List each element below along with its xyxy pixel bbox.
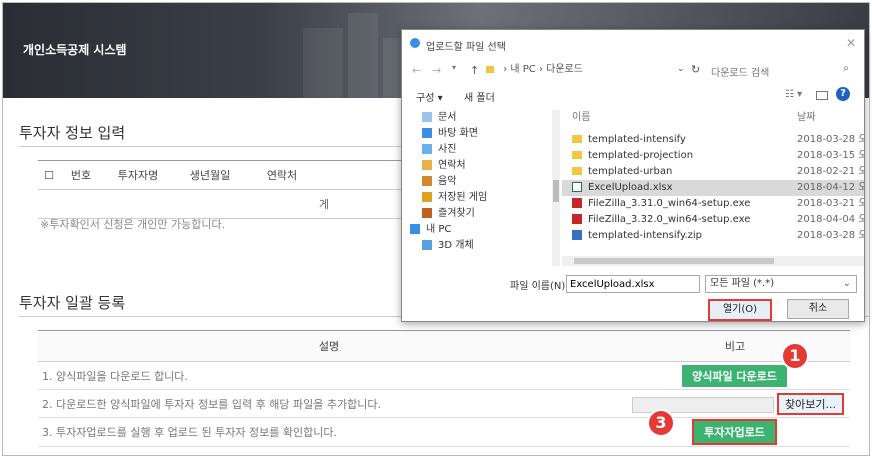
file-row[interactable]: FileZilla_3.32.0_win64-setup.exe 2018-04… bbox=[562, 212, 864, 228]
select-all-checkbox[interactable]: ☐ bbox=[38, 160, 60, 190]
step-1-text: 1. 양식파일을 다운로드 합니다. bbox=[38, 361, 620, 390]
file-row[interactable]: templated-intensify.zip 2018-03-28 오 bbox=[562, 228, 864, 244]
new-folder-button[interactable]: 새 폴더 bbox=[464, 89, 495, 104]
open-button[interactable]: 열기(O) bbox=[708, 299, 772, 321]
step-3-text: 3. 투자자업로드를 실행 후 업로드 된 투자자 정보를 확인합니다. bbox=[38, 417, 620, 447]
horizontal-scrollbar[interactable] bbox=[562, 256, 864, 266]
refresh-icon[interactable]: ↻ bbox=[691, 63, 700, 76]
filename-label: 파일 이름(N): bbox=[510, 281, 569, 292]
folder-icon bbox=[486, 65, 494, 73]
folder-icon bbox=[572, 167, 582, 175]
nav-item-pictures[interactable]: 사진 bbox=[402, 142, 552, 158]
col-date[interactable]: 날짜 bbox=[797, 110, 815, 126]
nav-pane: 문서 바탕 화면 사진 연락처 음악 저장된 게임 즐겨찾기 내 PC 3D 개… bbox=[402, 110, 552, 266]
col-birthdate: 생년월일 bbox=[174, 160, 246, 190]
file-list-header: 이름 날짜 bbox=[562, 110, 864, 126]
nav-item-3d-objects[interactable]: 3D 개체 bbox=[402, 238, 552, 254]
step-badge-3: 3 bbox=[647, 409, 675, 437]
col-contact: 연락처 bbox=[246, 160, 318, 190]
table-row: 1. 양식파일을 다운로드 합니다. 양식파일 다운로드 bbox=[38, 361, 850, 390]
nav-item-contacts[interactable]: 연락처 bbox=[402, 158, 552, 174]
cancel-button[interactable]: 취소 bbox=[787, 299, 849, 319]
file-row[interactable]: FileZilla_3.31.0_win64-setup.exe 2018-03… bbox=[562, 196, 864, 212]
step-badge-1: 1 bbox=[781, 342, 809, 370]
app-icon bbox=[410, 38, 420, 48]
file-list: 이름 날짜 templated-intensify 2018-03-28 오 t… bbox=[562, 110, 864, 256]
investor-info-title: 투자자 정보 입력 bbox=[19, 124, 126, 142]
filename-input[interactable] bbox=[566, 275, 700, 293]
zip-file-icon bbox=[572, 230, 582, 240]
close-icon[interactable]: ✕ bbox=[846, 36, 856, 50]
search-icon: ⌕ bbox=[843, 63, 849, 74]
browse-button[interactable]: 찾아보기... bbox=[777, 392, 844, 415]
file-row-selected[interactable]: ExcelUpload.xlsx 2018-04-12 오 bbox=[562, 180, 864, 196]
breadcrumb-item[interactable]: 다운로드 bbox=[546, 64, 583, 75]
file-row[interactable]: templated-intensify 2018-03-28 오 bbox=[562, 132, 864, 148]
breadcrumb[interactable]: › 내 PC › 다운로드 bbox=[486, 62, 686, 78]
col-number: 번호 bbox=[60, 160, 102, 190]
address-row: ← → ▾ ↑ › 내 PC › 다운로드 ⌄ ↻ 다운로드 검색 ⌕ bbox=[402, 60, 864, 82]
back-icon[interactable]: ← bbox=[412, 64, 421, 77]
path-dropdown-icon[interactable]: ⌄ bbox=[677, 64, 685, 74]
col-name[interactable]: 이름 bbox=[572, 110, 590, 126]
excel-file-icon bbox=[572, 182, 582, 192]
filezilla-icon bbox=[572, 214, 582, 224]
investor-upload-button[interactable]: 투자자업로드 bbox=[692, 419, 777, 445]
dialog-titlebar: 업로드할 파일 선택 ✕ bbox=[402, 30, 864, 58]
view-options-icon[interactable]: ☷ ▾ bbox=[785, 89, 802, 100]
divider bbox=[19, 146, 405, 147]
investor-table: ☐ 번호 투자자명 생년월일 연락처 게 bbox=[38, 160, 438, 219]
up-icon[interactable]: ↑ bbox=[470, 64, 479, 77]
help-icon[interactable]: ? bbox=[836, 87, 850, 101]
bulk-register-title: 투자자 일괄 등록 bbox=[19, 294, 126, 312]
folder-icon bbox=[572, 151, 582, 159]
search-box[interactable]: 다운로드 검색 ⌕ bbox=[705, 62, 855, 79]
filezilla-icon bbox=[572, 198, 582, 208]
nav-item-favorites[interactable]: 즐겨찾기 bbox=[402, 206, 552, 222]
nav-item-this-pc[interactable]: 내 PC bbox=[402, 222, 552, 238]
individual-only-note: ※투자확인서 신청은 개인만 가능합니다. bbox=[40, 218, 226, 231]
bulk-table: 설명 비고 1. 양식파일을 다운로드 합니다. 양식파일 다운로드 2. 다운… bbox=[38, 330, 850, 447]
table-row: 2. 다운로드한 양식파일에 투자자 정보를 입력 후 해당 파일을 추가합니다… bbox=[38, 389, 850, 418]
nav-item-documents[interactable]: 문서 bbox=[402, 110, 552, 126]
table-row: 3. 투자자업로드를 실행 후 업로드 된 투자자 정보를 확인합니다. 투자자… bbox=[38, 417, 850, 447]
chevron-down-icon: ⌄ bbox=[842, 278, 851, 289]
col-investor-name: 투자자명 bbox=[102, 160, 174, 190]
nav-item-music[interactable]: 음악 bbox=[402, 174, 552, 190]
dialog-toolbar: 구성 ▾ 새 폴더 ☷ ▾ ? bbox=[402, 86, 864, 106]
step-2-text: 2. 다운로드한 양식파일에 투자자 정보를 입력 후 해당 파일을 추가합니다… bbox=[38, 389, 620, 418]
file-row[interactable]: templated-urban 2018-02-21 오 bbox=[562, 164, 864, 180]
search-placeholder: 다운로드 검색 bbox=[711, 68, 770, 79]
file-type-select[interactable]: 모든 파일 (*.*) ⌄ bbox=[705, 275, 857, 293]
file-row[interactable]: templated-projection 2018-03-15 오 bbox=[562, 148, 864, 164]
file-open-dialog: 업로드할 파일 선택 ✕ ← → ▾ ↑ › 내 PC › 다운로드 ⌄ ↻ 다… bbox=[401, 29, 865, 322]
nav-item-saved-games[interactable]: 저장된 게임 bbox=[402, 190, 552, 206]
col-description: 설명 bbox=[38, 330, 620, 362]
template-download-button[interactable]: 양식파일 다운로드 bbox=[682, 364, 787, 387]
breadcrumb-item[interactable]: 내 PC bbox=[510, 64, 535, 75]
nav-scrollbar[interactable] bbox=[552, 110, 560, 266]
organize-button[interactable]: 구성 ▾ bbox=[416, 89, 443, 104]
chevron-down-icon[interactable]: ▾ bbox=[452, 63, 456, 72]
app-title: 개인소득공제 시스템 bbox=[23, 43, 127, 57]
dialog-title: 업로드할 파일 선택 bbox=[426, 42, 506, 53]
nav-item-desktop[interactable]: 바탕 화면 bbox=[402, 126, 552, 142]
forward-icon[interactable]: → bbox=[432, 64, 441, 77]
col-remarks: 비고 bbox=[620, 330, 850, 362]
preview-pane-icon[interactable] bbox=[816, 91, 828, 100]
folder-icon bbox=[572, 135, 582, 143]
table-row: 게 bbox=[38, 189, 438, 219]
